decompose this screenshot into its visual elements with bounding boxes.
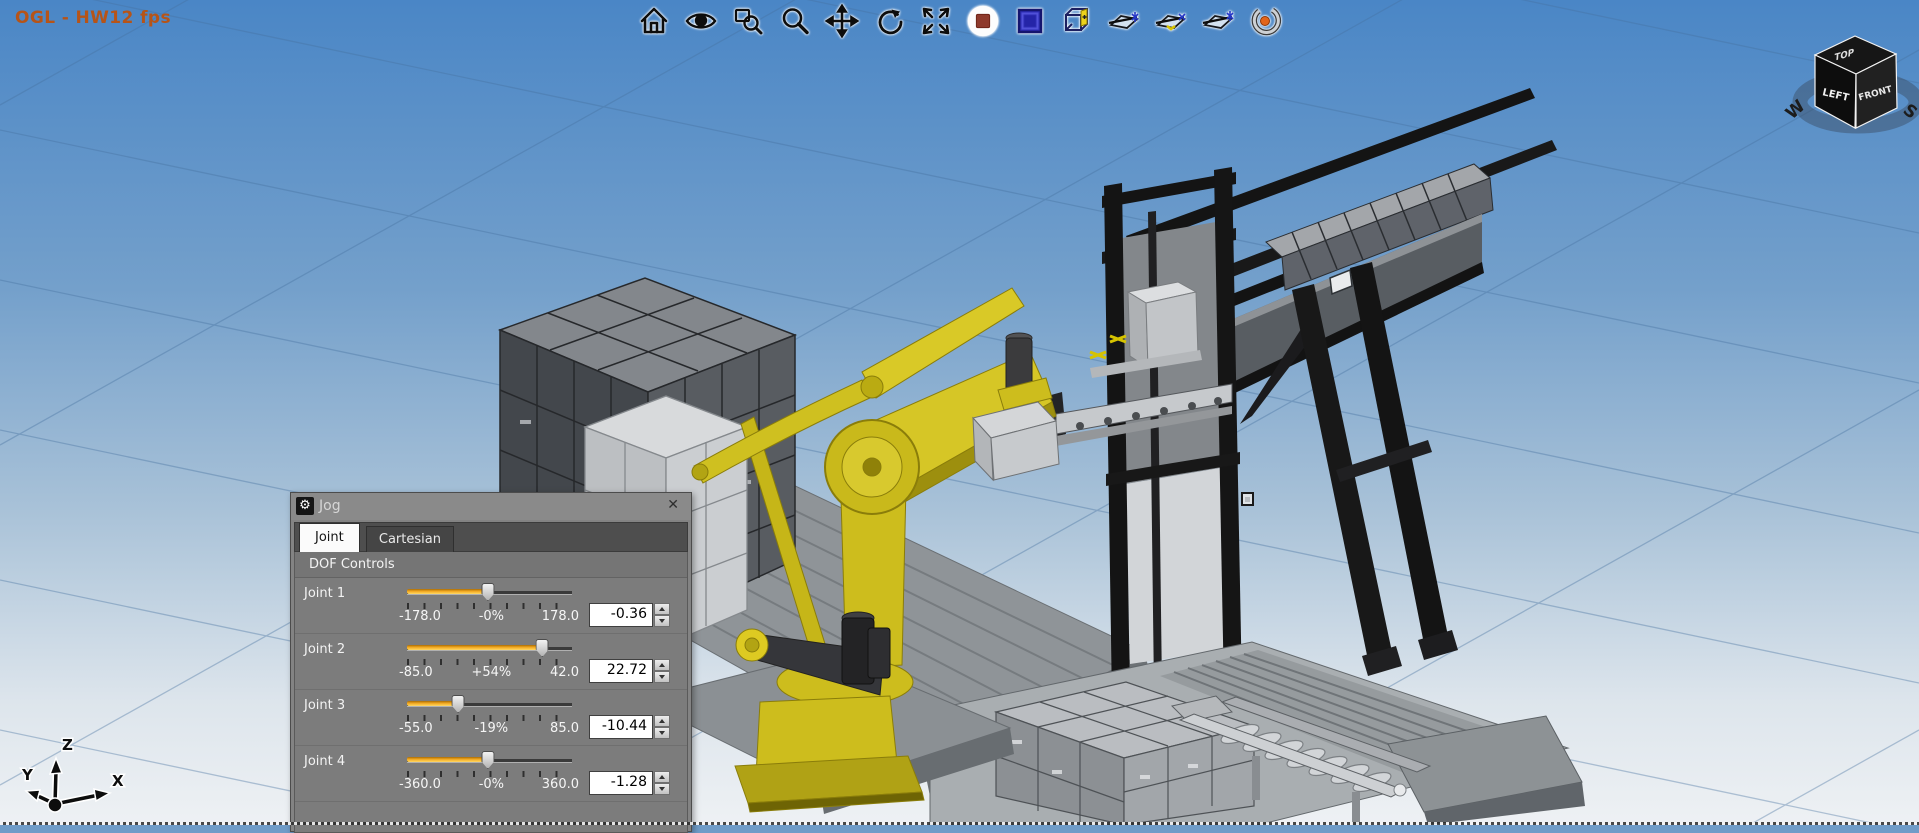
app-window: { "hud": { "fps_label": "OGL - HW12 fps"…	[0, 0, 1919, 825]
joint-4-slider-thumb[interactable]	[481, 751, 494, 769]
joint-1-percent: -0%	[479, 609, 504, 624]
joint-4-label: Joint 4	[304, 754, 345, 769]
joint-4-spin-up[interactable]	[654, 771, 670, 783]
axis-triad: Z Y X	[18, 716, 138, 822]
joint-4-percent: -0%	[479, 777, 504, 792]
dof-controls-panel: DOF Controls Joint 1 -178.0 -0% 178.0 -0…	[294, 552, 688, 833]
joint-4-spin-down[interactable]	[654, 783, 670, 795]
joint-2-percent: +54%	[471, 665, 511, 680]
tab-cartesian[interactable]: Cartesian	[366, 526, 454, 552]
joint-4-row: Joint 4 -360.0 -0% 360.0 -1.28	[295, 746, 687, 802]
jog-tabstrip: Joint Cartesian	[294, 522, 688, 552]
joint-4-value-field[interactable]: -1.28	[589, 771, 653, 795]
joint-3-percent: -19%	[475, 721, 509, 736]
joint-3-min: -55.0	[399, 721, 433, 736]
view-cube[interactable]: TOP LEFT FRONT W S	[1776, 24, 1919, 136]
joint-3-label: Joint 3	[304, 698, 345, 713]
jog-dialog-titlebar[interactable]: ⚙ Jog ✕	[291, 493, 691, 520]
joint-1-spin-down[interactable]	[654, 615, 670, 627]
close-icon[interactable]: ✕	[667, 497, 679, 513]
joint-1-min: -178.0	[399, 609, 441, 624]
joint-3-spinner	[654, 715, 670, 739]
axis-z-label: Z	[62, 736, 73, 754]
joint-1-row: Joint 1 -178.0 -0% 178.0 -0.36	[295, 578, 687, 634]
joint-1-spin-up[interactable]	[654, 603, 670, 615]
section-cube-icon[interactable]	[1059, 3, 1095, 39]
joint-2-spin-up[interactable]	[654, 659, 670, 671]
joint-2-max: 42.0	[550, 665, 579, 680]
joint-4-spinner	[654, 771, 670, 795]
stop-record-icon[interactable]	[965, 3, 1001, 39]
joint-1-label: Joint 1	[304, 586, 345, 601]
zoom-icon[interactable]	[777, 3, 813, 39]
joint-3-row: Joint 3 -55.0 -19% 85.0 -10.44	[295, 690, 687, 746]
joint-2-row: Joint 2 -85.0 +54% 42.0 22.72	[295, 634, 687, 690]
eye-icon[interactable]	[683, 3, 719, 39]
joint-1-max: 178.0	[542, 609, 579, 624]
joint-1-slider-thumb[interactable]	[481, 583, 494, 601]
home-icon[interactable]	[636, 3, 672, 39]
dof-controls-header: DOF Controls	[295, 552, 687, 578]
joint-2-slider-thumb[interactable]	[536, 639, 549, 657]
jog-dialog: ⚙ Jog ✕ Joint Cartesian DOF Controls Joi…	[290, 492, 692, 832]
joint-2-spinner	[654, 659, 670, 683]
zoom-region-icon[interactable]	[730, 3, 766, 39]
joint-3-max: 85.0	[550, 721, 579, 736]
axis-y-label: Y	[21, 766, 34, 784]
plane-view-1-icon[interactable]	[1106, 3, 1142, 39]
joint-2-slider[interactable]	[407, 639, 572, 657]
joint-3-slider[interactable]	[407, 695, 572, 713]
jog-dialog-title: Jog	[319, 498, 341, 514]
tab-joint[interactable]: Joint	[299, 523, 360, 552]
joint-3-spin-down[interactable]	[654, 727, 670, 739]
joint-3-slider-thumb[interactable]	[452, 695, 465, 713]
joint-1-slider[interactable]	[407, 583, 572, 601]
joint-3-value-field[interactable]: -10.44	[589, 715, 653, 739]
view-toolbar	[636, 3, 1283, 39]
fit-expand-icon[interactable]	[918, 3, 954, 39]
gear-icon: ⚙	[296, 497, 314, 515]
plane-view-2-icon[interactable]	[1153, 3, 1189, 39]
orbit-ring-icon[interactable]	[1247, 3, 1283, 39]
joint-1-spinner	[654, 603, 670, 627]
axis-x-label: X	[112, 772, 124, 790]
joint-4-min: -360.0	[399, 777, 441, 792]
plane-view-3-icon[interactable]	[1200, 3, 1236, 39]
selection-handle[interactable]	[1242, 493, 1253, 505]
rotate-view-icon[interactable]	[871, 3, 907, 39]
joint-2-value-field[interactable]: 22.72	[589, 659, 653, 683]
joint-3-spin-up[interactable]	[654, 715, 670, 727]
joint-4-slider[interactable]	[407, 751, 572, 769]
viewport-3d[interactable]	[0, 0, 1919, 825]
joint-2-spin-down[interactable]	[654, 671, 670, 683]
joint-2-min: -85.0	[399, 665, 433, 680]
cube-blue-icon[interactable]	[1012, 3, 1048, 39]
pan-icon[interactable]	[824, 3, 860, 39]
joint-4-max: 360.0	[542, 777, 579, 792]
joint-2-label: Joint 2	[304, 642, 345, 657]
joint-1-value-field[interactable]: -0.36	[589, 603, 653, 627]
fps-counter: OGL - HW12 fps	[15, 8, 171, 28]
